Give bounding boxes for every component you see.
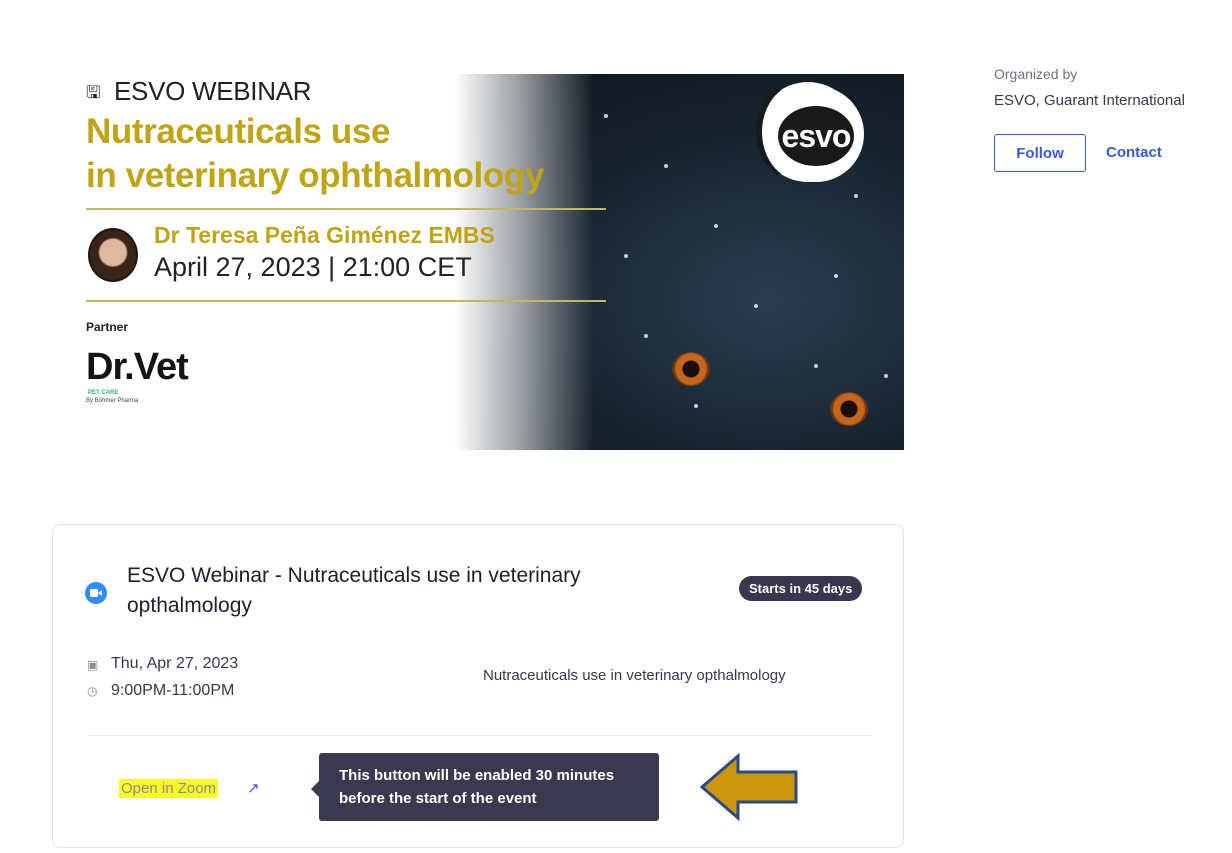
speaker-avatar xyxy=(88,228,138,282)
partner-logo-sub: PET CARE xyxy=(88,390,119,396)
esvo-logo: esvo xyxy=(756,82,874,182)
event-description: Nutraceuticals use in veterinary opthalm… xyxy=(483,667,786,684)
webinar-label: ESVO WEBINAR xyxy=(114,76,312,106)
partner-logo: Dr.Vet xyxy=(86,346,189,388)
partner-label: Partner xyxy=(86,320,129,334)
zoom-video-icon xyxy=(85,582,107,604)
speaker-name: Dr Teresa Peña Giménez EMBS xyxy=(154,222,495,248)
divider xyxy=(86,300,606,302)
calendar-icon: ▣ xyxy=(87,658,99,672)
divider xyxy=(86,208,606,210)
divider xyxy=(89,735,873,736)
dog-eye-left xyxy=(672,352,710,386)
event-date: Thu, Apr 27, 2023 xyxy=(111,655,239,672)
event-title: ESVO Webinar - Nutraceuticals use in vet… xyxy=(127,564,581,617)
contact-link[interactable]: Contact xyxy=(1106,144,1162,161)
monitor-icon: 🖫 xyxy=(86,83,101,102)
event-banner: 🖫 ESVO WEBINAR Nutraceuticals use in vet… xyxy=(74,74,904,450)
follow-button[interactable]: Follow xyxy=(994,134,1086,172)
open-in-zoom-button[interactable]: Open in Zoom xyxy=(119,779,219,798)
organizer-name: ESVO, Guarant International xyxy=(994,92,1185,109)
organized-by-label: Organized by xyxy=(994,66,1078,82)
disabled-tooltip: This button will be enabled 30 minutes b… xyxy=(319,753,659,821)
left-arrow-annotation-icon xyxy=(700,752,798,822)
partner-logo-by: By Böhmer Pharma xyxy=(86,398,139,404)
status-badge: Starts in 45 days xyxy=(739,576,863,601)
tooltip-arrow xyxy=(311,781,319,797)
headline-line-1: Nutraceuticals use xyxy=(86,112,391,151)
dog-eye-right xyxy=(830,392,868,426)
headline-line-2: in veterinary ophthalmology xyxy=(86,156,544,195)
clock-icon: ◷ xyxy=(87,684,98,698)
banner-date-time: April 27, 2023 | 21:00 CET xyxy=(154,252,472,282)
esvo-logo-text: esvo xyxy=(781,118,852,154)
event-time: 9:00PM-11:00PM xyxy=(111,682,235,699)
external-link-icon[interactable]: ↗ xyxy=(247,779,260,797)
